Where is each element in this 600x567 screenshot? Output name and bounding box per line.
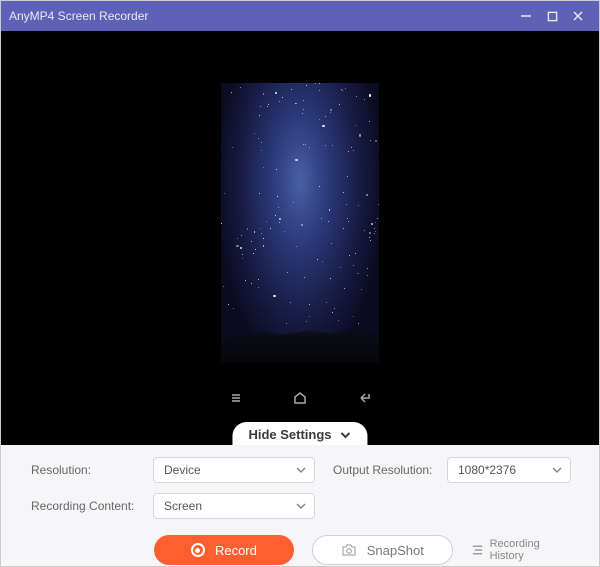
snapshot-button[interactable]: SnapShot <box>312 535 452 565</box>
output-resolution-value: 1080*2376 <box>458 463 516 477</box>
maximize-button[interactable] <box>539 1 565 31</box>
chevron-down-icon <box>296 501 306 511</box>
settings-row-1: Resolution: Device Output Resolution: 10… <box>31 457 571 483</box>
recording-content-value: Screen <box>164 499 202 513</box>
resolution-value: Device <box>164 463 201 477</box>
maximize-icon <box>547 11 558 22</box>
recording-history-link[interactable]: Recording History <box>471 538 571 562</box>
list-icon <box>471 544 484 556</box>
home-icon[interactable] <box>292 390 308 406</box>
record-label: Record <box>215 543 257 558</box>
action-bar: Record SnapShot Recording History <box>31 535 571 565</box>
resolution-label: Resolution: <box>31 463 91 477</box>
device-screen <box>221 83 379 363</box>
hide-settings-label: Hide Settings <box>248 427 331 442</box>
chevron-down-icon <box>296 465 306 475</box>
recording-content-select[interactable]: Screen <box>153 493 315 519</box>
resolution-select[interactable]: Device <box>153 457 315 483</box>
minimize-icon <box>520 10 532 22</box>
settings-row-2: Recording Content: Screen <box>31 493 571 519</box>
close-icon <box>572 10 584 22</box>
preview-area: Hide Settings <box>1 31 599 445</box>
app-title: AnyMP4 Screen Recorder <box>9 9 513 23</box>
camera-icon <box>341 544 357 556</box>
app-window: AnyMP4 Screen Recorder Hide Settings <box>0 0 600 567</box>
record-icon <box>191 543 205 557</box>
recording-history-label: Recording History <box>490 538 571 562</box>
chevron-down-icon <box>552 465 562 475</box>
snapshot-label: SnapShot <box>367 543 424 558</box>
record-button[interactable]: Record <box>154 535 294 565</box>
hide-settings-toggle[interactable]: Hide Settings <box>232 422 367 445</box>
output-resolution-label: Output Resolution: <box>333 463 432 477</box>
close-button[interactable] <box>565 1 591 31</box>
output-resolution-select[interactable]: 1080*2376 <box>447 457 571 483</box>
recording-content-label: Recording Content: <box>31 499 134 513</box>
menu-icon[interactable] <box>228 390 244 406</box>
settings-panel: Resolution: Device Output Resolution: 10… <box>1 445 599 567</box>
back-icon[interactable] <box>356 390 372 406</box>
device-navbar <box>228 385 372 411</box>
title-bar: AnyMP4 Screen Recorder <box>1 1 599 31</box>
minimize-button[interactable] <box>513 1 539 31</box>
chevron-down-icon <box>340 429 352 441</box>
